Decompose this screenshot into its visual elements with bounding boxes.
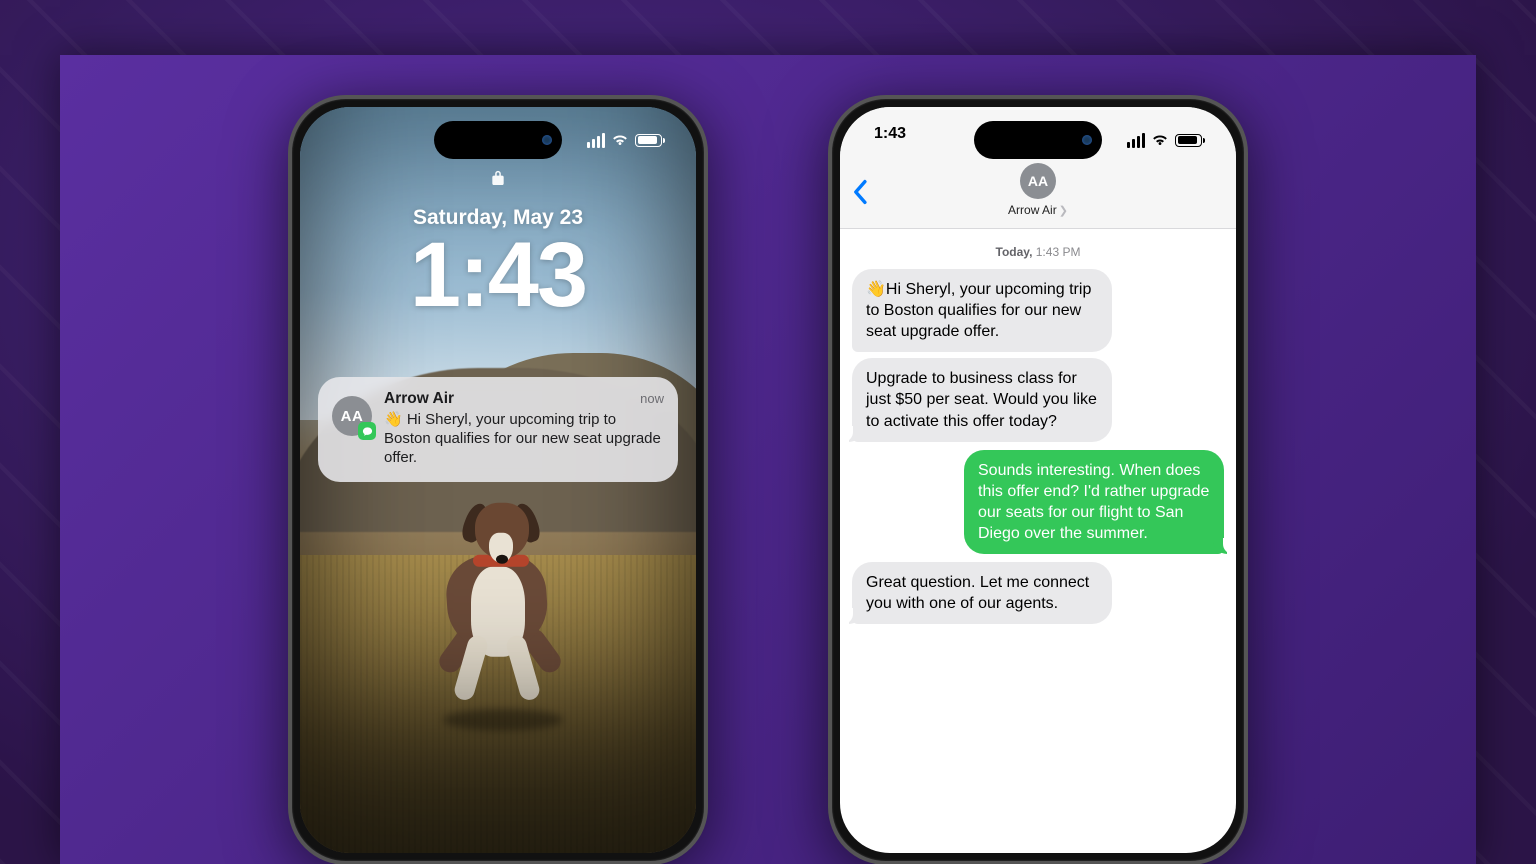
wifi-icon [611,133,629,147]
phone-messages: 1:43 AA Arrow Air❯ [828,95,1248,864]
front-camera-icon [542,135,552,145]
dynamic-island [434,121,562,159]
contact-name[interactable]: Arrow Air❯ [840,203,1236,217]
messages-badge-icon [358,422,376,440]
phone-lockscreen: Saturday, May 23 1:43 AA Arrow Air now 👋… [288,95,708,864]
message-bubble-incoming[interactable]: Great question. Let me connect you with … [852,562,1112,624]
cellular-icon [587,133,605,148]
lock-icon [300,169,696,190]
notification-title: Arrow Air [384,390,454,408]
silence-switch[interactable] [828,239,830,269]
battery-icon [1175,134,1202,147]
message-text: Sounds interesting. When does this offer… [978,462,1209,542]
notification-time: now [640,391,664,406]
volume-up-button[interactable] [288,294,290,349]
battery-icon [635,134,662,147]
message-text: Upgrade to business class for just $50 p… [866,370,1097,429]
power-button[interactable] [1246,309,1248,399]
notification-app-avatar: AA [332,396,372,436]
message-bubble-incoming[interactable]: Upgrade to business class for just $50 p… [852,358,1112,441]
status-time: 1:43 [874,125,929,155]
message-bubble-outgoing[interactable]: Sounds interesting. When does this offer… [964,450,1224,554]
chevron-right-icon: ❯ [1059,205,1068,217]
contact-avatar[interactable]: AA [1020,163,1056,199]
silence-switch[interactable] [288,239,290,269]
message-text: 👋Hi Sheryl, your upcoming trip to Boston… [866,281,1091,340]
thread-timestamp: Today, 1:43 PM [852,245,1224,259]
dynamic-island [974,121,1102,159]
contact-name-text: Arrow Air [1008,203,1057,217]
message-text: Great question. Let me connect you with … [866,574,1089,612]
front-camera-icon [1082,135,1092,145]
message-thread[interactable]: Today, 1:43 PM 👋Hi Sheryl, your upcoming… [840,229,1236,853]
notification-body: 👋 Hi Sheryl, your upcoming trip to Bosto… [384,410,664,468]
notification-card[interactable]: AA Arrow Air now 👋 Hi Sheryl, your upcom… [318,377,678,482]
cellular-icon [1127,133,1145,148]
volume-down-button[interactable] [828,364,830,419]
message-bubble-incoming[interactable]: 👋Hi Sheryl, your upcoming trip to Boston… [852,269,1112,352]
wifi-icon [1151,133,1169,147]
volume-up-button[interactable] [828,294,830,349]
lock-time: 1:43 [300,232,696,319]
volume-down-button[interactable] [288,364,290,419]
power-button[interactable] [706,309,708,399]
